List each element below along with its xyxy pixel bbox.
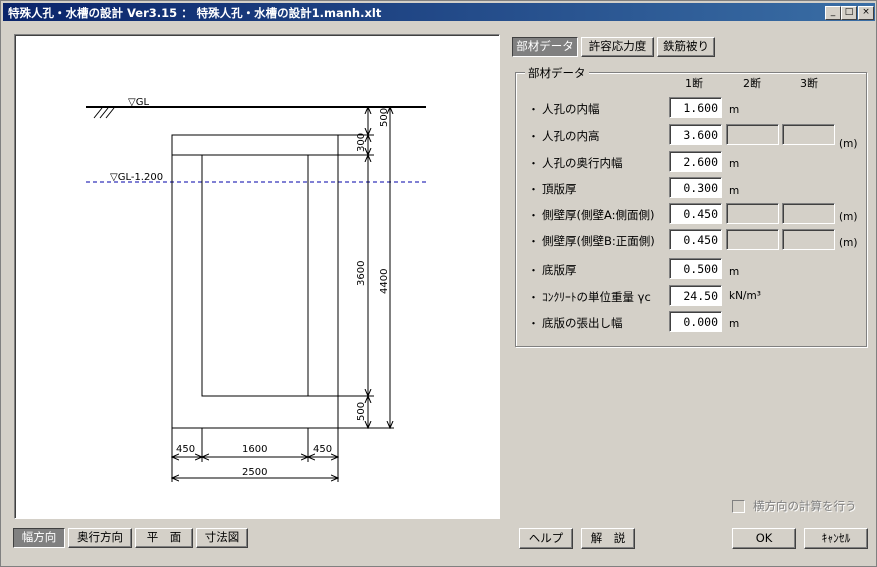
dim-top-500: 500 [379,108,390,127]
side-wall-b-input-2 [726,229,779,250]
row-label: 底版厚 [542,263,577,277]
unit: (m) [839,138,858,150]
tab-rebar-cover[interactable]: 鉄筋被り [657,37,715,57]
side-wall-a-input-3 [782,203,835,224]
unit: m [729,158,740,170]
col-header-2: 2断 [743,77,761,90]
unit: m [729,318,740,330]
section-drawing: ▽GL ▽GL-1.200 500 300 3600 4400 500 450 … [86,97,426,482]
row-label: 側壁厚(側壁A:側面側) [542,208,655,222]
tab-allowable-stress[interactable]: 許容応力度 [581,37,654,57]
unit: m [729,185,740,197]
unit: m [729,266,740,278]
concrete-weight-input[interactable]: 24.50 [669,285,722,306]
ground-hatch [93,107,115,119]
depth-width-input[interactable]: 2.600 [669,151,722,172]
water-level-label: ▽GL-1.200 [110,172,163,183]
row-label: 頂版厚 [542,182,577,196]
ok-button[interactable]: OK [732,528,796,549]
dim-total-4400: 4400 [379,269,390,294]
minimize-button[interactable]: _ [825,6,841,20]
unit: m [729,104,740,116]
dim-w-inner: 1600 [242,444,267,455]
group-title: 部材データ [525,65,589,81]
dim-bottom-500: 500 [356,402,367,421]
dim-w-left: 450 [176,444,195,455]
inner-height-input-2 [726,124,779,145]
row-label: 人孔の奥行内幅 [542,156,623,170]
view-tab-depth[interactable]: 奥行方向 [68,528,132,548]
window-title: 特殊人孔・水槽の設計 Ver3.15 ： 特殊人孔・水槽の設計1.manh.xl… [8,6,382,20]
col-header-3: 3断 [800,77,818,90]
side-wall-b-input[interactable]: 0.450 [669,229,722,250]
outer-wall [171,134,339,429]
view-tab-dimension[interactable]: 寸法図 [196,528,248,548]
bottom-slab-input[interactable]: 0.500 [669,258,722,279]
inner-height-input[interactable]: 3.600 [669,124,722,145]
row-label: ｺﾝｸﾘｰﾄの単位重量 γc [542,290,651,304]
col-header-1: 1断 [685,77,703,90]
dim-top-300: 300 [356,133,367,152]
row-label: 底版の張出し幅 [542,316,623,330]
overhang-input[interactable]: 0.000 [669,311,722,332]
lateral-calc-label: 横方向の計算を行う [753,499,857,513]
row-label: 側壁厚(側壁B:正面側) [542,234,655,248]
dim-w-right: 450 [313,444,332,455]
inner-height-input-3 [782,124,835,145]
dim-inner-3600: 3600 [356,261,367,286]
title-bar: 特殊人孔・水槽の設計 Ver3.15 ： 特殊人孔・水槽の設計1.manh.xl… [3,3,875,21]
unit: (m) [839,211,858,223]
cancel-button[interactable]: ｷｬﾝｾﾙ [804,528,868,549]
side-wall-a-input[interactable]: 0.450 [669,203,722,224]
side-wall-a-input-2 [726,203,779,224]
view-tab-plan[interactable]: 平 面 [135,528,193,548]
top-slab-input[interactable]: 0.300 [669,177,722,198]
close-button[interactable]: × [858,6,874,20]
maximize-button[interactable]: □ [841,6,857,20]
explain-button[interactable]: 解 説 [581,528,635,549]
dim-w-total: 2500 [242,467,267,478]
unit: (m) [839,237,858,249]
main-window: 特殊人孔・水槽の設計 Ver3.15 ： 特殊人孔・水槽の設計1.manh.xl… [0,0,877,567]
side-wall-b-input-3 [782,229,835,250]
drawing-canvas: ▽GL ▽GL-1.200 500 300 3600 4400 500 450 … [14,34,500,519]
gl-label: ▽GL [128,97,149,108]
row-label: 人孔の内高 [542,129,600,143]
inner-width-input[interactable]: 1.600 [669,97,722,118]
view-tab-width[interactable]: 幅方向 [13,528,65,548]
tab-member-data[interactable]: 部材データ [512,37,578,57]
help-button[interactable]: ヘルプ [519,528,573,549]
inner-space [201,154,309,397]
unit: kN/m³ [729,290,761,302]
row-label: 人孔の内幅 [542,102,600,116]
lateral-calc-checkbox[interactable] [732,500,745,513]
